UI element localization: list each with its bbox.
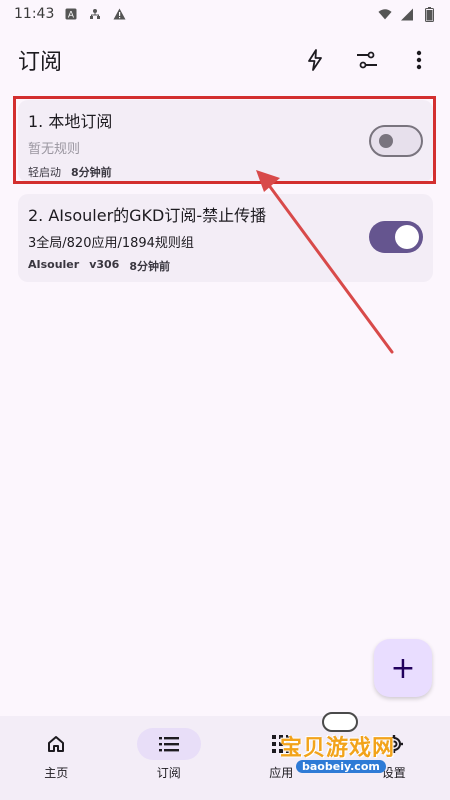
bottom-navigation: 主页 订阅 应用 设置 [0,716,450,800]
nav-icon-wrap [249,728,313,760]
nav-item-home[interactable]: 主页 [0,716,113,800]
subscription-title: 2. AIsouler的GKD订阅-禁止传播 [28,206,267,225]
status-left: 11:43 A [14,6,126,22]
subscription-author: AIsouler [28,258,80,271]
app-bar-actions [302,47,432,73]
settings-icon [384,735,403,753]
subscription-description: 3全局/820应用/1894规则组 [28,236,194,251]
network-icon [88,7,102,21]
subscription-updated-time: 8分钟前 [71,166,112,179]
warning-icon [112,7,126,21]
subscription-title: 1. 本地订阅 [28,112,113,131]
subscription-toggle-on[interactable] [369,221,423,253]
subscription-description: 暂无规则 [28,142,81,157]
status-bar: 11:43 A [0,0,450,28]
subscription-meta: AIsouler v306 8分钟前 [28,258,423,274]
flash-icon[interactable] [302,47,328,73]
subscription-toggle-off[interactable] [369,125,423,157]
nav-label: 主页 [44,766,69,780]
nav-label: 设置 [381,766,406,780]
wifi-icon [378,7,392,21]
svg-text:A: A [68,11,75,21]
filter-icon[interactable] [354,47,380,73]
nav-icon-wrap [24,728,88,760]
nav-label: 订阅 [156,766,181,780]
apps-icon [272,735,291,753]
nav-item-apps[interactable]: 应用 [225,716,338,800]
nav-icon-wrap [136,728,201,760]
subscription-version: v306 [89,258,120,271]
list-icon [158,737,179,752]
screen: 11:43 A 订阅 1. 本地订阅 暂无规则 轻启动 8分钟前 2. AIso… [0,0,450,800]
nav-label: 应用 [269,766,294,780]
toggle-knob [395,225,419,249]
plus-icon: + [390,650,416,686]
nav-item-subscriptions[interactable]: 订阅 [113,716,226,800]
signal-icon [400,7,414,21]
status-right [378,6,436,22]
battery-icon [422,6,436,22]
a-box-icon: A [64,7,78,21]
page-title: 订阅 [18,50,63,75]
status-time: 11:43 [14,6,55,22]
top-app-bar: 订阅 [0,38,450,82]
subscription-card-local[interactable]: 1. 本地订阅 暂无规则 轻启动 8分钟前 [18,100,433,182]
home-icon [48,736,65,752]
more-vert-icon[interactable] [406,47,432,73]
nav-icon-wrap [362,728,426,760]
add-subscription-button[interactable]: + [374,639,432,697]
subscription-card-aisouler[interactable]: 2. AIsouler的GKD订阅-禁止传播 3全局/820应用/1894规则组… [18,194,433,282]
subscription-meta: 轻启动 8分钟前 [28,164,423,180]
subscription-meta-primary: 轻启动 [28,166,61,179]
nav-item-settings[interactable]: 设置 [338,716,450,800]
subscription-updated-time: 8分钟前 [129,260,170,273]
toggle-knob [379,134,393,148]
